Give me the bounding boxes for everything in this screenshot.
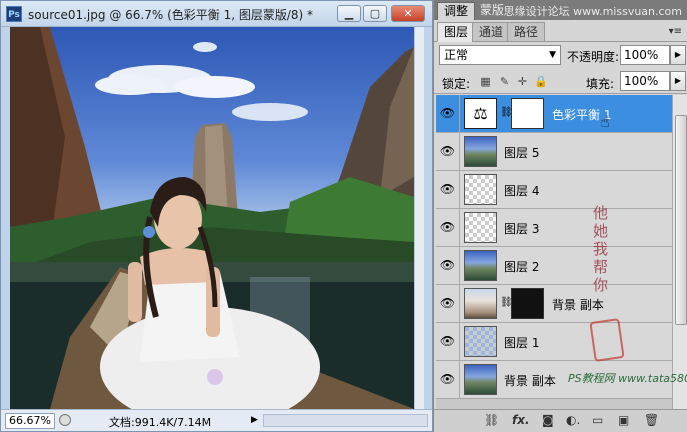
lock-all-icon[interactable]: 🔒: [534, 75, 548, 88]
add-mask-icon[interactable]: ◙: [542, 413, 554, 427]
layer-thumbnail: [464, 136, 497, 167]
fx-icon[interactable]: fx.: [512, 413, 530, 427]
tab-paths[interactable]: 路径: [507, 22, 546, 42]
eye-icon[interactable]: 👁: [436, 285, 460, 323]
link-layers-icon[interactable]: ⛓: [484, 413, 499, 427]
layer-thumbnail: [464, 250, 497, 281]
canvas-vertical-scrollbar[interactable]: [414, 27, 424, 409]
layers-list: 👁 ⚖ ⛓ 色彩平衡 1 👁 图层 5 👁 图层 4 👁 图层 3 👁 图层 2: [436, 95, 672, 409]
lock-row: 锁定: ▦ ✎ ✛ 🔒 填充: 100% ▶: [434, 70, 687, 94]
layers-scrollbar[interactable]: [672, 95, 687, 409]
panel-top-tabs: 调整 蒙版 思缘设计论坛 www.missvuan.com: [434, 0, 687, 20]
chevron-down-icon: ▼: [549, 50, 556, 60]
layer-thumbnail: [464, 288, 497, 319]
eye-icon[interactable]: 👁: [436, 323, 460, 361]
adjustment-layer-icon[interactable]: ◐.: [566, 413, 580, 427]
document-titlebar[interactable]: Ps source01.jpg @ 66.7% (色彩平衡 1, 图层蒙版/8)…: [1, 1, 432, 27]
layer-row[interactable]: 👁 图层 4: [436, 171, 672, 209]
site-watermark: PS教程网 www.tata580.com: [568, 372, 687, 385]
layer-mask-thumbnail[interactable]: [511, 98, 544, 129]
lock-position-icon[interactable]: ✛: [516, 75, 529, 88]
blend-mode-value: 正常: [444, 48, 469, 62]
hand-cursor-icon: ☝: [600, 112, 610, 131]
minimize-button[interactable]: ▁: [337, 5, 361, 22]
layers-panel: 调整 蒙版 思缘设计论坛 www.missvuan.com 图层 通道 路径 ▾…: [433, 0, 687, 432]
blend-row: 正常 ▼ 不透明度: 100% ▶: [434, 42, 687, 68]
status-menu-arrow-icon[interactable]: ▶: [251, 415, 258, 425]
status-bar: 66.67% 文档:991.4K/7.14M ▶: [1, 409, 432, 431]
layers-toolbar: ⛓ fx. ◙ ◐. ▭ ▣ 🗑: [434, 409, 687, 432]
layer-row[interactable]: 👁 图层 2: [436, 247, 672, 285]
close-button[interactable]: ✕: [391, 5, 425, 22]
layer-name: 图层 1: [504, 336, 540, 350]
layer-name: 图层 5: [504, 146, 540, 160]
layer-row[interactable]: 👁 图层 3: [436, 209, 672, 247]
document-title: source01.jpg @ 66.7% (色彩平衡 1, 图层蒙版/8) *: [28, 8, 314, 22]
canvas-horizontal-scrollbar[interactable]: [263, 414, 428, 427]
balance-icon: ⚖: [464, 98, 497, 129]
layer-mask-thumbnail[interactable]: [511, 288, 544, 319]
panel-sub-tabs: 图层 通道 路径 ▾≡: [434, 22, 687, 42]
new-layer-icon[interactable]: ▣: [618, 413, 629, 427]
eye-icon[interactable]: 👁: [436, 361, 460, 399]
tab-layers[interactable]: 图层: [437, 22, 476, 42]
layer-name: 背景 副本: [552, 298, 604, 312]
new-group-icon[interactable]: ▭: [592, 413, 603, 427]
eye-icon[interactable]: 👁: [436, 133, 460, 171]
photoshop-icon: Ps: [6, 6, 22, 22]
calligraphy-watermark: 他她我帮你: [591, 205, 609, 295]
opacity-label: 不透明度:: [567, 50, 620, 64]
blend-mode-select[interactable]: 正常 ▼: [439, 45, 561, 65]
fill-arrow-icon[interactable]: ▶: [670, 71, 686, 91]
document-size: 文档:991.4K/7.14M: [109, 416, 212, 429]
watermark-top: 思缘设计论坛 www.missvuan.com: [503, 5, 682, 18]
layer-row[interactable]: 👁 图层 5: [436, 133, 672, 171]
eye-icon[interactable]: 👁: [436, 95, 460, 133]
eye-icon[interactable]: 👁: [436, 171, 460, 209]
eye-icon[interactable]: 👁: [436, 209, 460, 247]
layer-name: 图层 3: [504, 222, 540, 236]
maximize-button[interactable]: ▢: [363, 5, 387, 22]
panel-menu-icon[interactable]: ▾≡: [669, 26, 682, 37]
layer-thumbnail: [464, 212, 497, 243]
tab-channels[interactable]: 通道: [472, 22, 511, 42]
lock-pixels-icon[interactable]: ✎: [498, 75, 511, 88]
fill-label: 填充:: [586, 77, 615, 91]
opacity-field[interactable]: 100%: [620, 45, 670, 65]
layer-row[interactable]: 👁 ⚖ ⛓ 色彩平衡 1: [436, 95, 672, 133]
layer-row[interactable]: 👁 图层 1: [436, 323, 672, 361]
status-info-icon[interactable]: [59, 414, 71, 426]
layer-name: 图层 2: [504, 260, 540, 274]
landscape-photo: [10, 27, 414, 409]
lock-transparency-icon[interactable]: ▦: [479, 75, 492, 88]
layer-name: 背景 副本: [504, 374, 556, 388]
zoom-field[interactable]: 66.67%: [5, 413, 55, 429]
tab-adjustments[interactable]: 调整: [437, 2, 476, 20]
canvas-area[interactable]: [10, 27, 424, 409]
layer-thumbnail: [464, 326, 497, 357]
delete-layer-icon[interactable]: 🗑: [644, 413, 659, 427]
document-window: Ps source01.jpg @ 66.7% (色彩平衡 1, 图层蒙版/8)…: [0, 0, 433, 432]
layer-thumbnail: [464, 174, 497, 205]
lock-label: 锁定:: [442, 77, 471, 91]
fill-field[interactable]: 100%: [620, 71, 670, 91]
layer-name: 图层 4: [504, 184, 540, 198]
scrollbar-thumb[interactable]: [675, 115, 687, 325]
seal-stamp: [589, 318, 625, 362]
layer-thumbnail: [464, 364, 497, 395]
image-canvas[interactable]: [10, 27, 414, 409]
layer-row[interactable]: 👁 ⛓ 背景 副本: [436, 285, 672, 323]
eye-icon[interactable]: 👁: [436, 247, 460, 285]
opacity-arrow-icon[interactable]: ▶: [670, 45, 686, 65]
